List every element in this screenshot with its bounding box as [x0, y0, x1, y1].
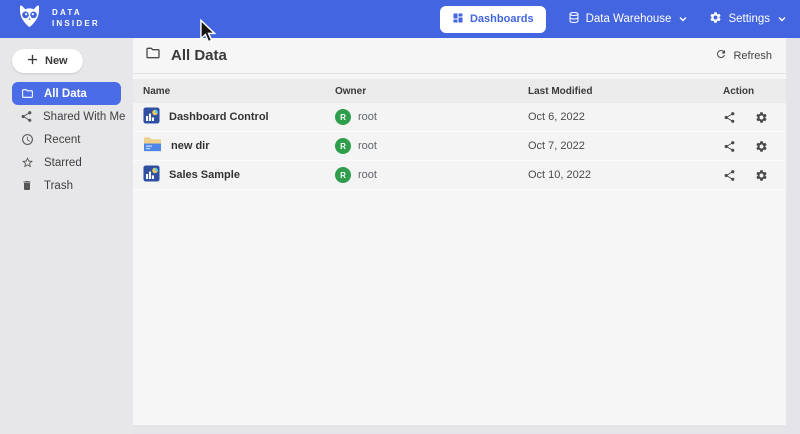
sidebar-item-all-data[interactable]: All Data: [12, 82, 121, 105]
plus-icon: [27, 54, 38, 68]
sidebar-item-label: Shared With Me: [43, 111, 125, 123]
share-action-icon[interactable]: [723, 140, 736, 153]
owner-name: root: [358, 140, 377, 152]
column-header-action: Action: [723, 86, 776, 97]
trash-icon: [20, 179, 34, 192]
sidebar-item-trash[interactable]: Trash: [12, 174, 121, 197]
nav-dashboards-button[interactable]: Dashboards: [440, 6, 546, 33]
title-bar: All Data Refresh: [133, 38, 786, 74]
row-settings-icon[interactable]: [755, 140, 768, 153]
share-action-icon[interactable]: [723, 169, 736, 182]
database-icon: [568, 11, 580, 27]
new-button[interactable]: New: [12, 49, 83, 73]
share-icon: [20, 110, 33, 123]
refresh-icon: [715, 48, 727, 63]
main-panel: All Data Refresh Name Owner Last Modifie…: [133, 38, 786, 425]
clock-icon: [20, 133, 34, 146]
folder-icon: [20, 87, 34, 100]
app-logo: DATA INSIDER: [16, 4, 100, 35]
refresh-button[interactable]: Refresh: [715, 48, 772, 63]
folder-file-icon: [143, 136, 162, 156]
refresh-label: Refresh: [733, 50, 772, 62]
dashboard-icon: [452, 12, 464, 27]
owner-name: root: [358, 111, 377, 123]
sidebar-item-label: All Data: [44, 88, 87, 100]
file-name: new dir: [171, 140, 210, 152]
gear-icon: [709, 11, 722, 27]
file-name: Dashboard Control: [169, 111, 269, 123]
last-modified: Oct 6, 2022: [528, 111, 723, 123]
file-name: Sales Sample: [169, 169, 240, 181]
nav-data-warehouse-label: Data Warehouse: [586, 13, 672, 25]
dashboard-file-icon: [143, 165, 160, 185]
nav-settings-button[interactable]: Settings: [709, 11, 786, 27]
nav-data-warehouse-button[interactable]: Data Warehouse: [568, 11, 688, 27]
app-title: DATA INSIDER: [52, 8, 100, 30]
folder-icon: [145, 45, 161, 66]
sidebar-item-label: Recent: [44, 134, 80, 146]
dashboard-file-icon: [143, 107, 160, 127]
row-settings-icon[interactable]: [755, 169, 768, 182]
sidebar-item-shared-with-me[interactable]: Shared With Me: [12, 105, 121, 128]
owner-name: root: [358, 169, 377, 181]
table-row[interactable]: new dir R root Oct 7, 2022: [133, 132, 786, 161]
last-modified: Oct 7, 2022: [528, 140, 723, 152]
chevron-down-icon: [778, 13, 786, 25]
column-header-last-modified: Last Modified: [528, 86, 723, 97]
table-row[interactable]: Dashboard Control R root Oct 6, 2022: [133, 103, 786, 132]
last-modified: Oct 10, 2022: [528, 169, 723, 181]
sidebar-nav: All Data Shared With Me Recent: [0, 82, 133, 197]
table-header: Name Owner Last Modified Action: [133, 79, 786, 103]
nav-settings-label: Settings: [728, 13, 770, 25]
share-action-icon[interactable]: [723, 111, 736, 124]
sidebar-item-starred[interactable]: Starred: [12, 151, 121, 174]
page-title: All Data: [171, 47, 227, 64]
row-settings-icon[interactable]: [755, 111, 768, 124]
sidebar-item-recent[interactable]: Recent: [12, 128, 121, 151]
header-nav: Dashboards Data Warehouse Settings: [440, 6, 786, 33]
owner-avatar: R: [335, 109, 351, 125]
owner-avatar: R: [335, 167, 351, 183]
owner-avatar: R: [335, 138, 351, 154]
new-button-label: New: [45, 55, 68, 67]
star-icon: [20, 156, 34, 169]
column-header-name: Name: [143, 86, 335, 97]
app-header: DATA INSIDER Dashboards Data Warehouse: [0, 0, 800, 38]
nav-dashboards-label: Dashboards: [470, 13, 534, 25]
sidebar: New All Data Shared With Me: [0, 38, 133, 434]
table-row[interactable]: Sales Sample R root Oct 10, 2022: [133, 161, 786, 190]
column-header-owner: Owner: [335, 86, 528, 97]
owl-logo-icon: [16, 4, 43, 35]
sidebar-item-label: Trash: [44, 180, 73, 192]
chevron-down-icon: [679, 13, 687, 25]
sidebar-item-label: Starred: [44, 157, 82, 169]
